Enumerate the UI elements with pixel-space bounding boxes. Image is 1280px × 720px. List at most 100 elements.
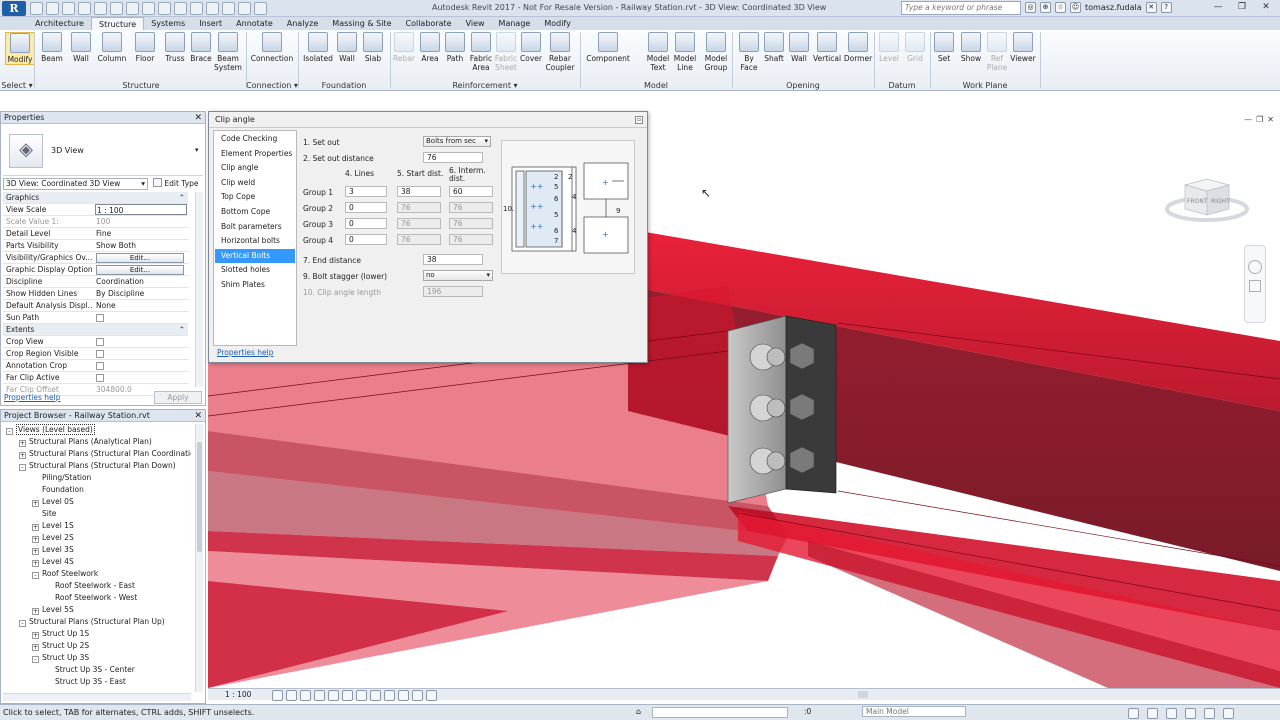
property-edit-button[interactable]: Edit... (95, 252, 187, 263)
section-icon[interactable] (206, 2, 219, 15)
lock-icon[interactable] (370, 690, 381, 701)
nav-item-shim-plates[interactable]: Shim Plates (215, 278, 295, 292)
ribbon-group-label[interactable]: Select ▾ (0, 81, 34, 90)
ribbon-group-label[interactable]: Foundation (298, 81, 390, 90)
vertical-button[interactable]: Vertical (812, 32, 842, 63)
workset-dropdown[interactable] (652, 707, 788, 718)
subscription-icon[interactable]: ⊕ (1040, 2, 1051, 13)
tab-annotate[interactable]: Annotate (229, 17, 280, 30)
truss-button[interactable]: Truss (163, 32, 187, 63)
model-group-button[interactable]: Model Group (702, 32, 730, 72)
expand-icon[interactable]: + (19, 452, 26, 459)
fabric-sheet-button[interactable]: Fabric Sheet (494, 32, 518, 72)
crop-icon[interactable] (342, 690, 353, 701)
collapse-icon[interactable]: - (19, 620, 26, 627)
beam-system-button[interactable]: Beam System (214, 32, 242, 72)
end-distance-input[interactable]: 38 (423, 254, 483, 265)
browser-tree-item[interactable]: Struct Up 3S - Center (3, 664, 191, 676)
browser-scrollbar[interactable] (195, 424, 203, 692)
checkbox[interactable] (96, 350, 104, 358)
browser-tree-item[interactable]: - Structural Plans (Structural Plan Down) (3, 460, 191, 472)
close-icon[interactable]: ✕ (1254, 0, 1278, 15)
temporary-hide-icon[interactable] (384, 690, 395, 701)
browser-hscrollbar[interactable] (3, 693, 191, 701)
app-menu-button[interactable]: R (2, 1, 26, 16)
path-button[interactable]: Path (444, 32, 466, 63)
browser-tree-item[interactable]: Struct Up 3S - East (3, 676, 191, 688)
minimize-icon[interactable]: — (1244, 115, 1252, 124)
nav-item-clip-angle[interactable]: Clip angle (215, 161, 295, 175)
property-value[interactable]: Fine (95, 228, 187, 239)
search-input[interactable]: Type a keyword or phrase (901, 1, 1021, 15)
measure-icon[interactable] (126, 2, 139, 15)
level-button[interactable]: Level (877, 32, 901, 63)
type-selector[interactable]: ◈ 3D View ▾ (3, 126, 203, 176)
wall-button[interactable]: Wall (68, 32, 94, 63)
collapse-icon[interactable]: - (32, 572, 39, 579)
setout-distance-input[interactable]: 76 (423, 152, 483, 163)
collapse-icon[interactable]: ⌃ (179, 192, 185, 204)
expand-icon[interactable]: + (32, 500, 39, 507)
scroll-thumb[interactable] (197, 442, 202, 552)
bolt-stagger-select[interactable]: no (423, 270, 493, 281)
found-wall-button[interactable]: Wall (336, 32, 358, 63)
property-edit-button[interactable]: Edit... (95, 264, 187, 275)
tab-insert[interactable]: Insert (192, 17, 229, 30)
op-wall-button[interactable]: Wall (788, 32, 810, 63)
rebar-button[interactable]: Rebar (392, 32, 416, 63)
nav-item-bottom-cope[interactable]: Bottom Cope (215, 205, 295, 219)
save-icon[interactable] (46, 2, 59, 15)
edit-button[interactable]: Edit... (96, 265, 184, 275)
apply-button[interactable]: Apply (154, 391, 202, 404)
browser-tree-item[interactable]: + Level 2S (3, 532, 191, 544)
expand-icon[interactable]: + (32, 644, 39, 651)
browser-tree-item[interactable]: - Views (Level based) (3, 424, 191, 436)
worksharing-icon[interactable] (412, 690, 423, 701)
exchange-icon[interactable]: ✕ (1145, 2, 1157, 13)
browser-tree-item[interactable]: + Struct Up 1S (3, 628, 191, 640)
nav-item-element-properties[interactable]: Element Properties (215, 147, 295, 161)
ribbon-group-label[interactable]: Connection ▾ (246, 81, 298, 90)
property-value[interactable]: 100 (95, 216, 187, 227)
expand-icon[interactable]: + (32, 632, 39, 639)
viewer-button[interactable]: Viewer (1009, 32, 1037, 63)
close-icon[interactable]: ✕ (194, 112, 202, 124)
browser-tree-item[interactable]: + Structural Plans (Structural Plan Coord… (3, 448, 191, 460)
grid-button[interactable]: Grid (904, 32, 926, 63)
close-icon[interactable]: ▫ (635, 116, 643, 124)
help-icon[interactable]: ? (1160, 2, 1172, 13)
properties-help-link[interactable]: Properties help (4, 393, 61, 402)
close-hidden-icon[interactable] (238, 2, 251, 15)
browser-tree-item[interactable]: Roof Steelwork - West (3, 592, 191, 604)
maximize-icon[interactable]: ❐ (1230, 0, 1254, 15)
worksets-icon[interactable]: ⌂ (636, 707, 641, 716)
tab-modify[interactable]: Modify (537, 17, 578, 30)
nav-item-bolt-parameters[interactable]: Bolt parameters (215, 220, 295, 234)
design-option-dropdown[interactable]: Main Model (862, 706, 966, 717)
sun-path-icon[interactable] (300, 690, 311, 701)
slab-button[interactable]: Slab (362, 32, 384, 63)
area-button[interactable]: Area (419, 32, 441, 63)
edit-type-button[interactable]: Edit Type (153, 178, 199, 190)
browser-tree-item[interactable]: Foundation (3, 484, 191, 496)
checkbox[interactable] (96, 314, 104, 322)
collapse-icon[interactable]: ⌃ (179, 324, 185, 336)
minimize-icon[interactable]: — (1206, 0, 1230, 15)
star-icon[interactable]: ☆ (1055, 2, 1066, 13)
ribbon-group-label[interactable]: Structure (36, 81, 246, 90)
group-lines-input[interactable]: 0 (345, 202, 387, 213)
property-checkbox[interactable] (95, 372, 187, 383)
ribbon-group-label[interactable]: Model (580, 81, 732, 90)
nav-item-horizontal-bolts[interactable]: Horizontal bolts (215, 234, 295, 248)
reveal-hidden-icon[interactable] (398, 690, 409, 701)
tab-analyze[interactable]: Analyze (280, 17, 326, 30)
chevron-down-icon[interactable]: ▾ (195, 146, 199, 154)
browser-tree-item[interactable]: + Level 3S (3, 544, 191, 556)
property-checkbox[interactable] (95, 360, 187, 371)
shadows-icon[interactable] (314, 690, 325, 701)
view-instance-selector[interactable]: 3D View: Coordinated 3D View ▾ (3, 178, 148, 190)
user-icon[interactable]: ☺ (1070, 2, 1081, 13)
analytical-icon[interactable] (426, 690, 437, 701)
connection-button[interactable]: Connection (250, 32, 294, 63)
browser-tree-item[interactable]: + Level 4S (3, 556, 191, 568)
